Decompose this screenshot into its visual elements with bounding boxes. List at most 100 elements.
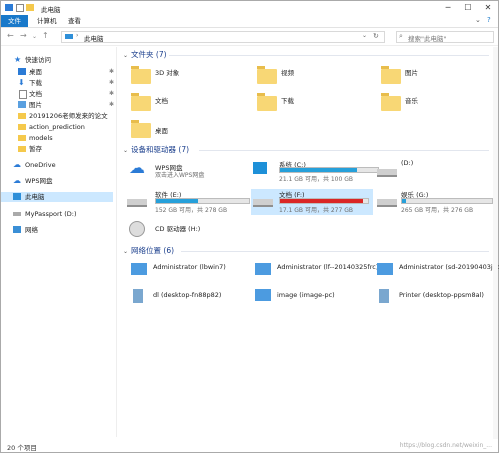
search-box[interactable]: ⌕ 搜索"此电脑" [396,31,494,43]
help-icon[interactable]: ? [487,16,491,24]
chevron-down-icon: ⌄ [123,52,129,59]
network-lf[interactable]: Administrator (lf--20140325frc) [253,261,379,281]
folder-documents[interactable]: 文档 [131,90,241,114]
folder-label: 音乐 [405,97,418,105]
minimize-button[interactable]: ─ [438,1,458,15]
properties-icon[interactable] [16,4,24,12]
sidebar-item-downloads[interactable]: ⬇ 下载 ✱ [1,78,114,88]
section-folders-header[interactable]: ⌄ 文件夹 (7) [123,49,167,60]
folder-desktop[interactable]: 桌面 [131,117,241,141]
sidebar-item-folder-action-prediction[interactable]: action_prediction [1,122,113,132]
watermark-text: https://blog.csdn.net/weixin_... [399,442,492,449]
chevron-down-icon: ⌄ [123,248,129,255]
cd-drive-icon [129,221,145,237]
sidebar-item-documents[interactable]: 文档 ✱ [1,89,115,99]
windows-network-icon [255,263,271,275]
status-item-count: 20 个项目 [7,444,37,452]
folder-label: 桌面 [155,127,168,135]
folder-label: 图片 [405,69,418,77]
sidebar-item-folder-temp[interactable]: 暂存 [1,144,113,154]
new-folder-icon[interactable] [26,4,34,11]
sidebar-item-quick-access[interactable]: ★ 快速访问 [1,55,113,65]
network-computer-icon [133,289,143,303]
sidebar-item-desktop[interactable]: 桌面 ✱ [1,67,114,77]
folder-icon [18,124,26,130]
up-icon[interactable]: ↑ [42,31,49,40]
network-label: Administrator (sd-20190403jeb) [399,263,499,271]
maximize-button[interactable]: ☐ [458,1,478,15]
tab-file[interactable]: 文件 [1,15,28,27]
search-placeholder: 搜索"此电脑" [408,35,447,43]
drive-icon [377,199,397,207]
expand-ribbon-icon[interactable]: ⌄ [475,16,481,24]
section-title: 文件夹 (7) [131,50,167,59]
device-d[interactable]: (D:) [377,159,495,183]
sidebar-item-network[interactable]: 网络 [1,225,113,235]
pictures-folder-icon [381,66,401,84]
address-box[interactable]: › 此电脑 ⌄ ↻ [61,31,385,43]
drive-usage-bar [155,198,250,204]
network-image[interactable]: image (image-pc) [253,287,371,307]
network-label: Administrator (lf--20140325frc) [277,263,379,271]
folder-videos[interactable]: 视频 [257,63,367,87]
device-documents-f[interactable]: 文档 (F:) 17.1 GB 可用，共 277 GB [251,189,373,215]
sidebar-item-this-pc[interactable]: 此电脑 [1,192,113,202]
folder-icon [18,135,26,141]
device-subtitle: 265 GB 可用，共 276 GB [401,207,474,214]
network-label: Administrator (lbwin7) [153,263,226,271]
drive-icon [13,212,21,216]
vertical-scrollbar[interactable] [493,47,498,439]
device-system-c[interactable]: 系统 (C:) 21.1 GB 可用，共 100 GB [251,159,379,183]
search-icon: ⌕ [399,32,403,40]
breadcrumb-separator: › [76,32,79,39]
download-icon: ⬇ [18,78,25,87]
section-network-header[interactable]: ⌄ 网络位置 (6) [123,245,174,256]
sidebar-item-label: 此电脑 [25,193,45,201]
folder-music[interactable]: 音乐 [381,90,491,114]
sidebar-item-onedrive[interactable]: ☁ OneDrive [1,160,113,170]
sidebar-item-folder-models[interactable]: models [1,133,113,143]
address-dropdown-icon[interactable]: ⌄ [362,32,367,39]
refresh-icon[interactable]: ↻ [373,32,379,40]
network-dl[interactable]: dl (desktop-fn88p82) [129,287,247,307]
network-sd[interactable]: Administrator (sd-20190403jeb) [375,261,499,281]
device-label: (D:) [401,159,414,167]
section-devices-header[interactable]: ⌄ 设备和驱动器 (7) [123,144,189,155]
content-pane: ⌄ 文件夹 (7) 3D 对象 视频 图片 文档 下载 音乐 桌面 ⌄ 设备和驱… [117,47,499,439]
device-cd-h[interactable]: CD 驱动器 (H:) [127,219,245,239]
folder-label: 视频 [281,69,294,77]
folder-downloads[interactable]: 下载 [257,90,367,114]
sidebar-item-label: 桌面 [29,68,42,76]
device-entertainment-g[interactable]: 娱乐 (G:) 265 GB 可用，共 276 GB [377,189,495,215]
section-divider [181,251,489,252]
drive-usage-bar [401,198,493,204]
tab-view[interactable]: 查看 [68,15,81,27]
network-printer[interactable]: Printer (desktop-ppsm8al) [375,287,497,307]
section-divider [169,55,489,56]
tab-computer[interactable]: 计算机 [37,15,57,27]
folder-pictures[interactable]: 图片 [381,63,491,87]
music-folder-icon [381,93,401,111]
device-wps-drive[interactable]: ☁ WPS网盘 双击进入WPS网盘 [127,159,245,183]
close-button[interactable]: ✕ [478,1,498,15]
sidebar-item-label: models [29,134,53,142]
drive-usage-fill [280,199,363,203]
pin-icon: ✱ [109,90,115,97]
sidebar-item-mypassport[interactable]: MyPassport (D:) [1,209,113,219]
sidebar-item-label: 下载 [29,79,42,87]
folder-3d-objects[interactable]: 3D 对象 [131,63,241,87]
back-icon[interactable]: ← [7,31,14,40]
network-lbwin7[interactable]: Administrator (lbwin7) [129,261,247,281]
forward-icon[interactable]: → [20,31,27,40]
sidebar-item-wps-drive[interactable]: ☁ WPS网盘 [1,176,113,186]
recent-chevron-icon[interactable]: ⌄ [32,33,37,40]
folder-label: 下载 [281,97,294,105]
sidebar-item-pictures[interactable]: 图片 ✱ [1,100,114,110]
desktop-folder-icon [18,68,26,75]
cloud-icon: ☁ [129,158,145,177]
network-label: image (image-pc) [277,291,335,299]
breadcrumb-this-pc[interactable]: 此电脑 [84,33,104,43]
section-divider [199,150,489,151]
sidebar-item-folder-paper[interactable]: 20191206老师发来的论文 [1,111,113,121]
device-software-e[interactable]: 软件 (E:) 152 GB 可用，共 278 GB [127,189,250,215]
